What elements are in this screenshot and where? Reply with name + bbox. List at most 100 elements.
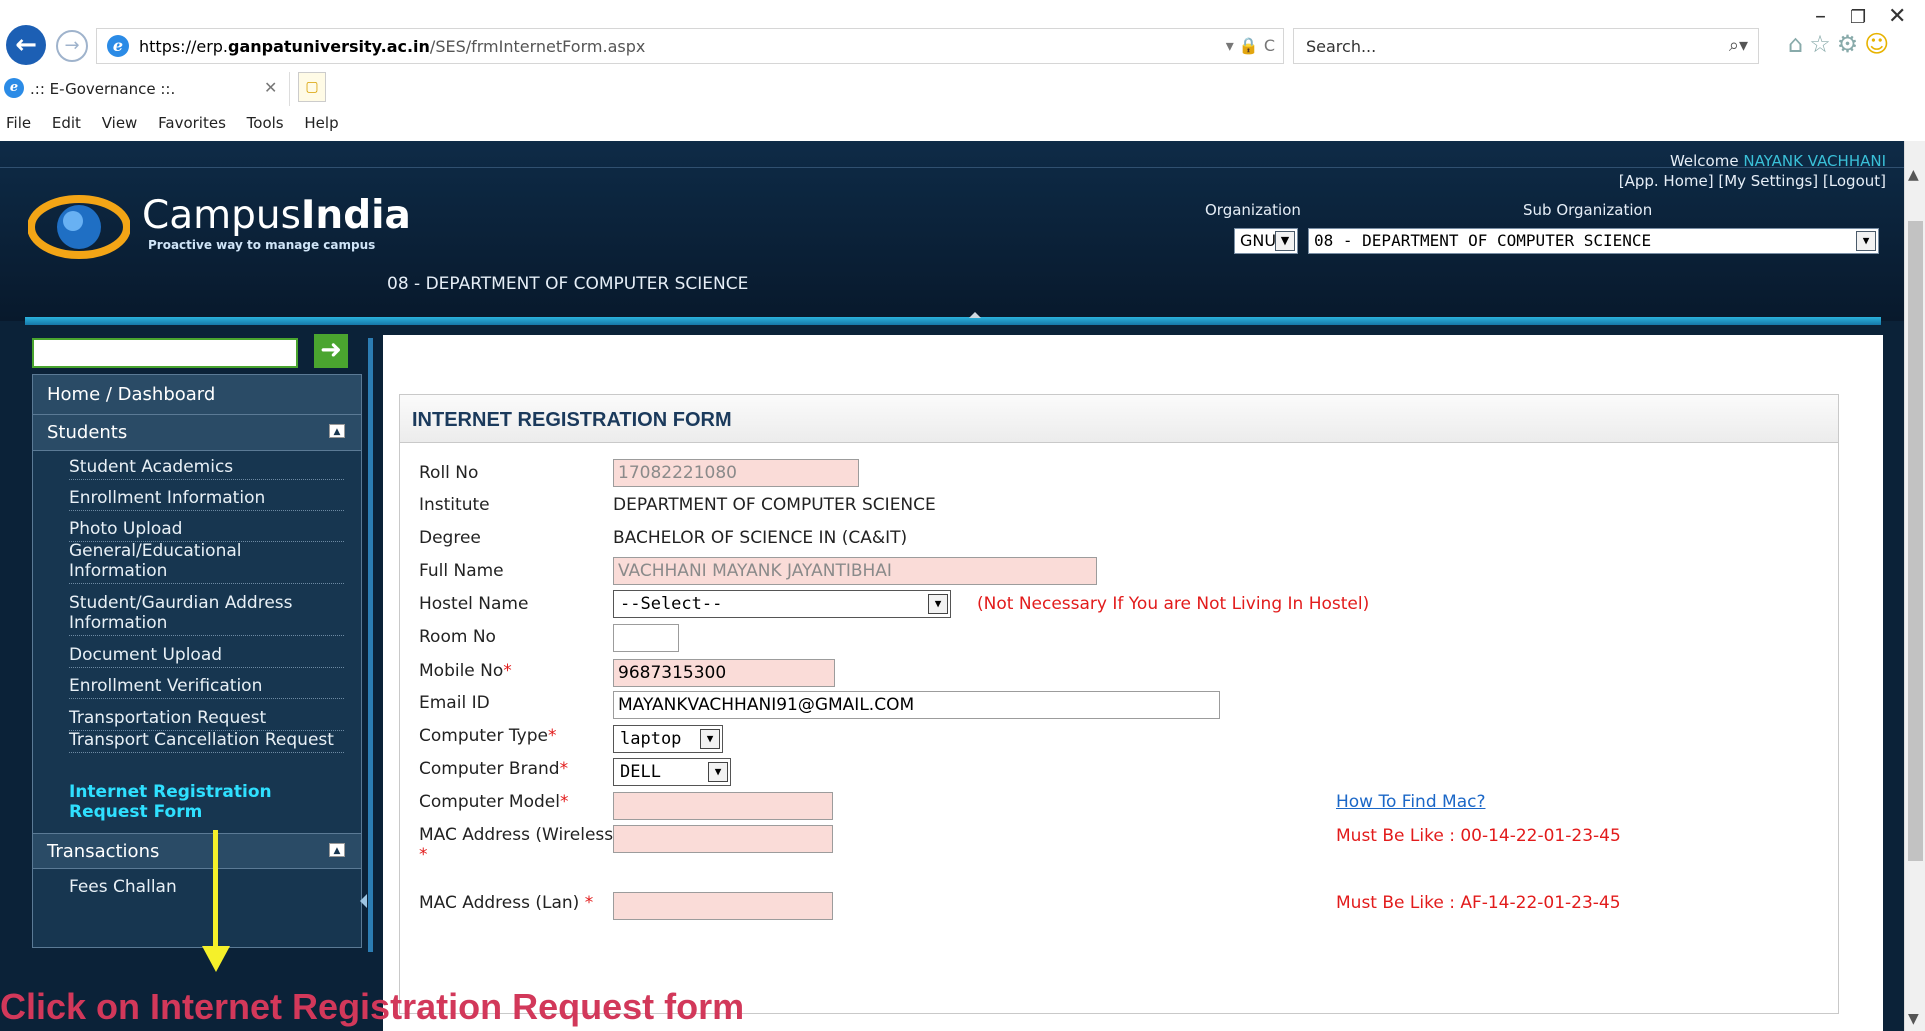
header-accent-bar (25, 312, 1881, 325)
institute-value: DEPARTMENT OF COMPUTER SCIENCE (613, 495, 936, 515)
mac-wireless-label: MAC Address (Wireless) * (419, 825, 620, 865)
organization-select[interactable]: GNU ▼ (1234, 228, 1298, 254)
organization-label: Organization (1205, 201, 1301, 219)
chevron-down-icon: ▼ (708, 762, 728, 782)
sidebar-section-students[interactable]: Students ▲ (33, 415, 361, 451)
browser-toolbar-icons: ⌂☆⚙☺ (1788, 30, 1895, 58)
app-header: CampusIndia Proactive way to manage camp… (0, 141, 1904, 321)
sidebar-search-input[interactable] (32, 338, 298, 368)
welcome-label: Welcome (1669, 152, 1739, 170)
back-button[interactable]: ← (6, 25, 46, 65)
menu-tools[interactable]: Tools (247, 114, 284, 132)
full-name-field: VACHHANI MAYANK JAYANTIBHAI (613, 557, 1097, 585)
computer-model-input[interactable] (613, 792, 833, 820)
close-window-icon[interactable]: ✕ (1888, 4, 1906, 29)
chevron-down-icon: ▼ (1856, 231, 1876, 251)
roll-no-label: Roll No (419, 463, 479, 483)
menu-favorites[interactable]: Favorites (158, 114, 226, 132)
search-box[interactable]: Search... ⌕▾ (1293, 28, 1759, 64)
collapse-icon[interactable]: ▲ (329, 843, 345, 857)
email-id-input[interactable]: MAYANKVACHHANI91@GMAIL.COM (613, 691, 1220, 719)
computer-type-label: Computer Type* (419, 726, 557, 746)
search-icon[interactable]: ⌕▾ (1729, 35, 1748, 56)
computer-type-select[interactable]: laptop ▼ (613, 725, 723, 753)
scroll-up-icon[interactable]: ▲ (1908, 167, 1919, 183)
degree-label: Degree (419, 528, 481, 548)
chevron-down-icon: ▼ (1275, 231, 1295, 251)
sidebar-splitter[interactable] (360, 338, 373, 952)
sidebar-item-transportation-request[interactable]: Transportation Request (69, 708, 344, 731)
sidebar-item-document-upload[interactable]: Document Upload (69, 645, 344, 668)
scrollbar-thumb[interactable] (1908, 221, 1923, 861)
browser-tab[interactable]: e .:: E-Governance ::. ✕ (0, 72, 290, 106)
sidebar-item-fees-challan[interactable]: Fees Challan (69, 877, 344, 899)
degree-value: BACHELOR OF SCIENCE IN (CA&IT) (613, 528, 908, 548)
mac-lan-label: MAC Address (Lan) * (419, 893, 594, 913)
page-scrollbar[interactable]: ▲ ▼ (1904, 141, 1925, 1031)
feedback-smiley-icon[interactable]: ☺ (1864, 30, 1895, 58)
address-bar[interactable]: e https://erp.ganpatuniversity.ac.in/SES… (96, 28, 1284, 64)
ie-icon: e (4, 78, 24, 98)
chevron-down-icon: ▼ (928, 594, 948, 614)
email-id-label: Email ID (419, 693, 490, 713)
menu-view[interactable]: View (102, 114, 138, 132)
sub-organization-select[interactable]: 08 - DEPARTMENT OF COMPUTER SCIENCE ▼ (1308, 228, 1879, 254)
annotation-arrow-shaft (213, 830, 218, 950)
form-title: INTERNET REGISTRATION FORM (400, 395, 1838, 443)
internet-registration-form: INTERNET REGISTRATION FORM Roll No 17082… (399, 394, 1839, 1014)
sidebar-item-enrollment-verification[interactable]: Enrollment Verification (69, 676, 344, 699)
favorites-star-icon[interactable]: ☆ (1809, 30, 1837, 58)
sidebar-item-address-information[interactable]: Student/Gaurdian Address Information (69, 593, 344, 636)
close-tab-icon[interactable]: ✕ (264, 78, 277, 97)
sidebar-item-transport-cancellation[interactable]: Transport Cancellation Request (69, 730, 344, 753)
how-to-find-mac-link[interactable]: How To Find Mac? (1336, 792, 1485, 812)
computer-model-label: Computer Model* (419, 792, 569, 812)
sidebar: Home / Dashboard Students ▲ Student Acade… (32, 374, 362, 948)
mac-wireless-hint: Must Be Like : 00-14-22-01-23-45 (1336, 826, 1621, 846)
sidebar-item-internet-registration[interactable]: Internet Registration Request Form (69, 782, 344, 824)
address-url: https://erp.ganpatuniversity.ac.in/SES/f… (139, 37, 646, 56)
sidebar-item-photo-upload[interactable]: Photo Upload (69, 519, 344, 542)
chevron-down-icon: ▼ (700, 729, 720, 749)
sidebar-item-general-educational[interactable]: General/Educational Information (69, 541, 344, 584)
header-links[interactable]: [App. Home] [My Settings] [Logout] (1619, 171, 1886, 191)
forward-button[interactable]: → (56, 30, 88, 62)
home-icon[interactable]: ⌂ (1788, 30, 1809, 58)
sidebar-search-go-button[interactable]: ➜ (314, 334, 348, 368)
annotation-arrow-head-icon (202, 946, 230, 972)
menu-edit[interactable]: Edit (52, 114, 81, 132)
sidebar-item-home[interactable]: Home / Dashboard (33, 375, 361, 415)
collapse-icon[interactable]: ▲ (329, 424, 345, 438)
welcome-block: Welcome NAYANK VACHHANI [App. Home] [My … (1619, 151, 1886, 191)
campusindia-logo-icon (28, 195, 130, 259)
minimize-icon[interactable]: – (1815, 4, 1826, 29)
menu-file[interactable]: File (6, 114, 31, 132)
collapse-notch-icon[interactable] (969, 312, 981, 318)
tab-title: .:: E-Governance ::. (30, 80, 176, 98)
ie-icon: e (107, 35, 129, 57)
collapse-left-icon[interactable] (360, 894, 367, 908)
room-no-input[interactable] (613, 624, 679, 652)
scroll-down-icon[interactable]: ▼ (1908, 1011, 1919, 1027)
sub-organization-label: Sub Organization (1523, 201, 1653, 219)
sidebar-item-enrollment-information[interactable]: Enrollment Information (69, 488, 344, 511)
menu-bar: File Edit View Favorites Tools Help (0, 114, 349, 140)
refresh-icon[interactable]: ▾ 🔒 C (1226, 36, 1275, 55)
browser-chrome: – ❐ ✕ ← → e https://erp.ganpatuniversity… (0, 0, 1925, 141)
search-input[interactable]: Search... (1306, 37, 1376, 56)
app-page: CampusIndia Proactive way to manage camp… (0, 141, 1904, 1031)
restore-icon[interactable]: ❐ (1850, 7, 1866, 28)
mac-wireless-input[interactable] (613, 825, 833, 853)
mobile-no-label: Mobile No* (419, 661, 512, 681)
hostel-note: (Not Necessary If You are Not Living In … (977, 594, 1370, 614)
mobile-no-input[interactable]: 9687315300 (613, 659, 835, 687)
menu-help[interactable]: Help (304, 114, 338, 132)
sidebar-section-transactions[interactable]: Transactions ▲ (33, 833, 361, 869)
hostel-name-select[interactable]: --Select-- ▼ (613, 590, 951, 618)
computer-brand-select[interactable]: DELL ▼ (613, 758, 731, 786)
sidebar-item-student-academics[interactable]: Student Academics (69, 457, 344, 480)
settings-gear-icon[interactable]: ⚙ (1837, 30, 1865, 58)
mac-lan-input[interactable] (613, 892, 833, 920)
institute-label: Institute (419, 495, 490, 515)
new-tab-button[interactable]: ▢ (298, 72, 326, 102)
